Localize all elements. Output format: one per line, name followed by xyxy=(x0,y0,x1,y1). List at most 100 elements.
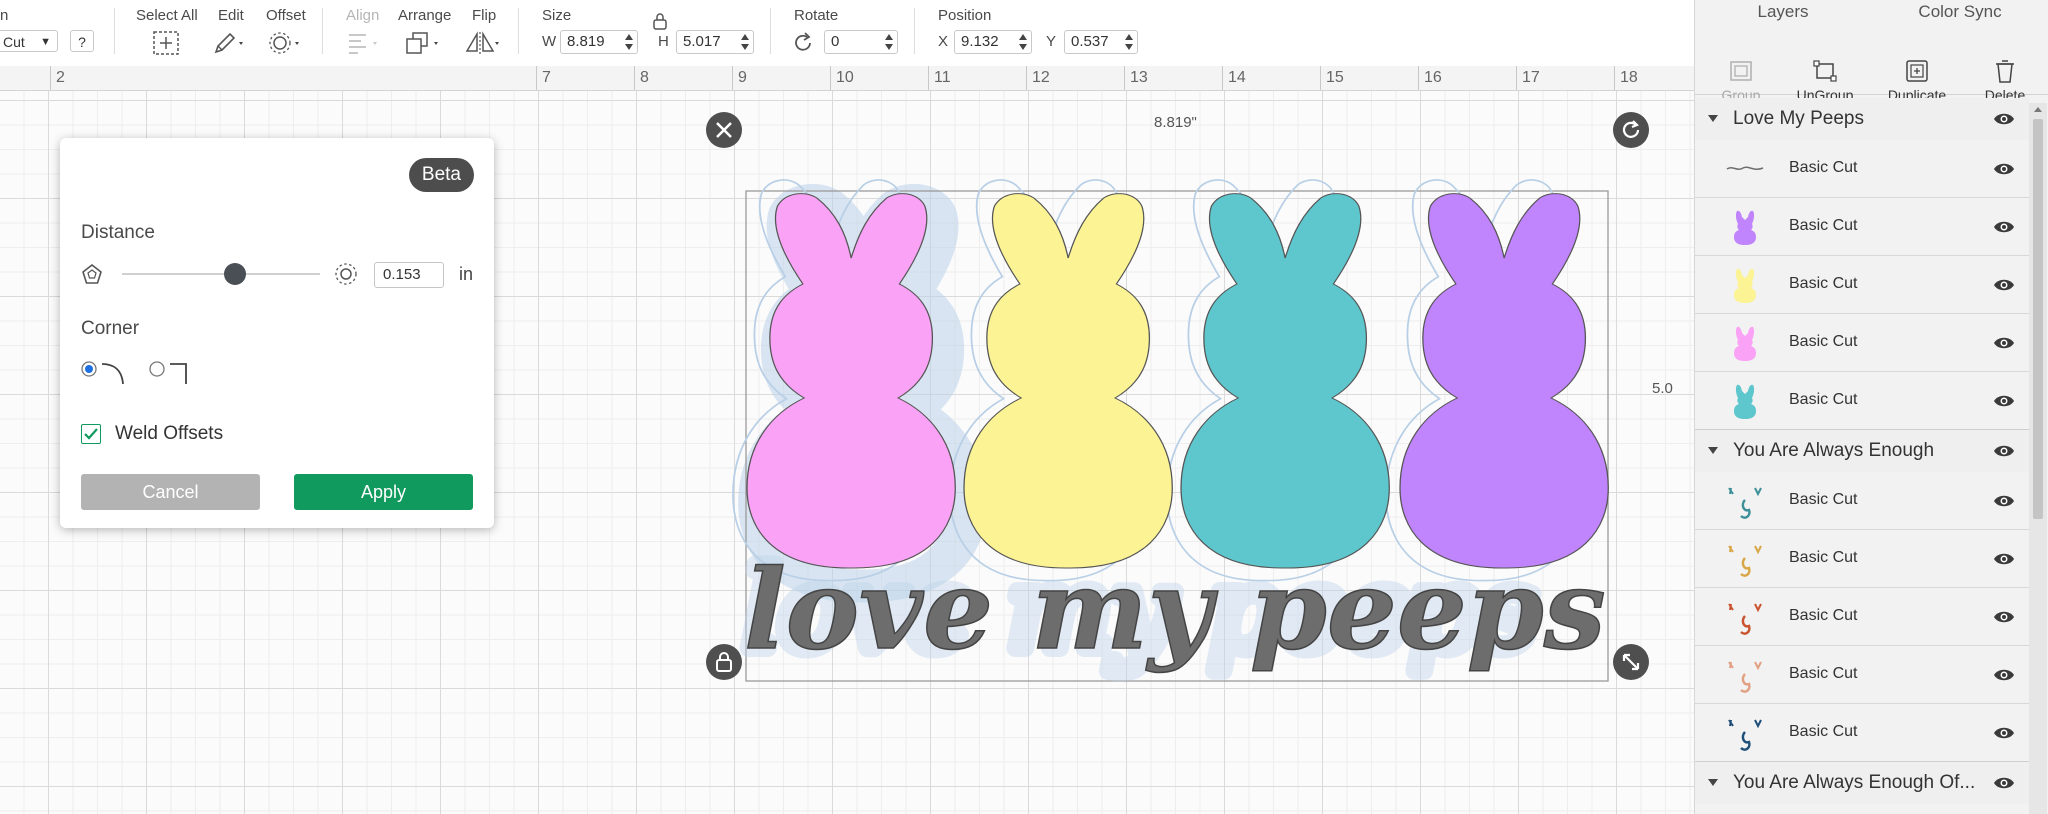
layer-row[interactable]: Basic Cut xyxy=(1695,372,2029,430)
layer-group[interactable]: You Are Always Enough xyxy=(1695,430,2029,472)
beta-badge: Beta xyxy=(408,158,474,192)
collapse-caret-icon[interactable] xyxy=(1707,778,1719,788)
design-canvas[interactable]: 2 7 8 9 10 11 12 13 14 15 16 17 18 love my peeps lov… xyxy=(0,66,1694,814)
distance-value: 0.153 xyxy=(383,266,421,283)
corner-rounded-radio[interactable] xyxy=(80,360,130,391)
eye-icon[interactable] xyxy=(1993,551,2015,572)
offset-button[interactable] xyxy=(268,30,304,56)
cancel-button[interactable]: Cancel xyxy=(81,474,260,510)
eye-icon[interactable] xyxy=(1993,493,2015,514)
text-thumbnail-icon xyxy=(1726,166,1764,171)
layer-group[interactable]: You Are Always Enough Of... xyxy=(1695,762,2029,804)
love-my-peeps-text[interactable]: love my peeps xyxy=(743,544,1606,675)
edit-button[interactable] xyxy=(212,30,248,56)
ungroup-button[interactable]: UnGroup xyxy=(1779,58,1871,103)
distance-slider[interactable] xyxy=(122,263,320,285)
lock-icon xyxy=(716,652,732,672)
layer-scrollbar[interactable] xyxy=(2029,103,2047,814)
tab-layers[interactable]: Layers xyxy=(1695,0,1871,30)
edit-label: Edit xyxy=(218,7,244,24)
x-position-input[interactable]: 9.132 xyxy=(954,30,1032,54)
eye-icon[interactable] xyxy=(1993,443,2015,465)
eye-icon[interactable] xyxy=(1993,277,2015,298)
collapse-caret-icon[interactable] xyxy=(1707,446,1719,456)
delete-button[interactable]: Delete xyxy=(1959,58,2048,103)
love-my-peeps-artwork[interactable]: love my peeps love my peeps xyxy=(700,106,1660,746)
eye-icon[interactable] xyxy=(1993,161,2015,182)
layer-name: Basic Cut xyxy=(1789,549,1858,566)
align-button[interactable] xyxy=(346,30,382,56)
layer-row[interactable]: Basic Cut xyxy=(1695,588,2029,646)
spinner-arrows-icon[interactable] xyxy=(884,33,894,51)
ruler-tick xyxy=(1026,66,1027,90)
spinner-arrows-icon[interactable] xyxy=(740,33,750,51)
x-label: X xyxy=(938,33,949,50)
group-icon xyxy=(1730,61,1752,81)
delete-handle[interactable] xyxy=(706,112,742,148)
apply-button[interactable]: Apply xyxy=(294,474,473,510)
ruler-tick xyxy=(50,66,51,90)
arrange-button[interactable] xyxy=(404,30,444,56)
eye-icon[interactable] xyxy=(1993,111,2015,133)
width-input[interactable]: 8.819 xyxy=(560,30,638,54)
scroll-up-icon[interactable] xyxy=(2033,105,2043,113)
layer-row[interactable]: Basic Cut xyxy=(1695,704,2029,762)
ruler-tick xyxy=(732,66,733,90)
eye-icon[interactable] xyxy=(1993,219,2015,240)
collapse-caret-icon[interactable] xyxy=(1707,114,1719,124)
teal-bunny[interactable] xyxy=(1180,192,1390,569)
corner-label: Corner xyxy=(81,318,140,339)
scrollbar-thumb[interactable] xyxy=(2033,119,2043,519)
eye-icon[interactable] xyxy=(1993,725,2015,746)
distance-input[interactable]: 0.153 xyxy=(374,262,444,288)
width-readout: 8.819" xyxy=(1154,114,1197,131)
toolbar-divider xyxy=(914,8,915,54)
slider-thumb[interactable] xyxy=(223,263,246,285)
ungroup-icon xyxy=(1813,60,1837,82)
weld-offsets-label: Weld Offsets xyxy=(115,423,224,444)
layer-row[interactable]: Basic Cut xyxy=(1695,140,2029,198)
lock-handle[interactable] xyxy=(706,644,742,680)
resize-handle[interactable] xyxy=(1613,644,1649,680)
layer-row[interactable]: Basic Cut xyxy=(1695,314,2029,372)
yellow-bunny[interactable] xyxy=(963,192,1173,569)
eye-icon[interactable] xyxy=(1993,393,2015,414)
glyph-thumbnail-icon xyxy=(1728,487,1762,519)
rotate-input[interactable]: 0 xyxy=(824,30,898,54)
select-all-button[interactable] xyxy=(152,30,180,56)
duplicate-button[interactable]: Duplicate xyxy=(1871,58,1963,103)
layer-row[interactable]: Basic Cut xyxy=(1695,198,2029,256)
eye-icon[interactable] xyxy=(1993,775,2015,797)
tab-color-sync[interactable]: Color Sync xyxy=(1871,0,2048,29)
group-button[interactable]: Group xyxy=(1695,58,1787,103)
spinner-arrows-icon[interactable] xyxy=(1018,33,1028,51)
eye-icon[interactable] xyxy=(1993,667,2015,688)
offset-icon xyxy=(269,32,299,54)
help-button[interactable]: ? xyxy=(70,30,94,52)
ruler-tick xyxy=(1320,66,1321,90)
purple-bunny[interactable] xyxy=(1399,192,1609,569)
layer-row[interactable]: Basic Cut xyxy=(1695,472,2029,530)
layer-name: Basic Cut xyxy=(1789,275,1858,292)
spinner-arrows-icon[interactable] xyxy=(1124,33,1134,51)
trash-icon xyxy=(1996,60,2014,83)
height-input[interactable]: 5.017 xyxy=(676,30,754,54)
ruler-number: 10 xyxy=(836,69,854,86)
size-label: Size xyxy=(542,7,572,24)
layer-row[interactable]: Basic Cut xyxy=(1695,256,2029,314)
lock-icon[interactable] xyxy=(652,12,668,35)
offset-label: Offset xyxy=(266,7,306,24)
layer-group[interactable]: Love My Peeps xyxy=(1695,98,2029,140)
flip-button[interactable] xyxy=(464,30,504,56)
weld-offsets-checkbox[interactable] xyxy=(81,424,101,444)
eye-icon[interactable] xyxy=(1993,335,2015,356)
y-position-input[interactable]: 0.537 xyxy=(1064,30,1138,54)
layer-row[interactable]: Basic Cut xyxy=(1695,530,2029,588)
layer-row[interactable]: Basic Cut xyxy=(1695,646,2029,704)
rotate-handle[interactable] xyxy=(1613,112,1649,148)
eye-icon[interactable] xyxy=(1993,609,2015,630)
linetype-select[interactable]: Cut ▼ xyxy=(0,30,58,52)
corner-square-radio[interactable] xyxy=(148,360,198,391)
toolbar-divider xyxy=(518,8,519,54)
spinner-arrows-icon[interactable] xyxy=(624,33,634,51)
